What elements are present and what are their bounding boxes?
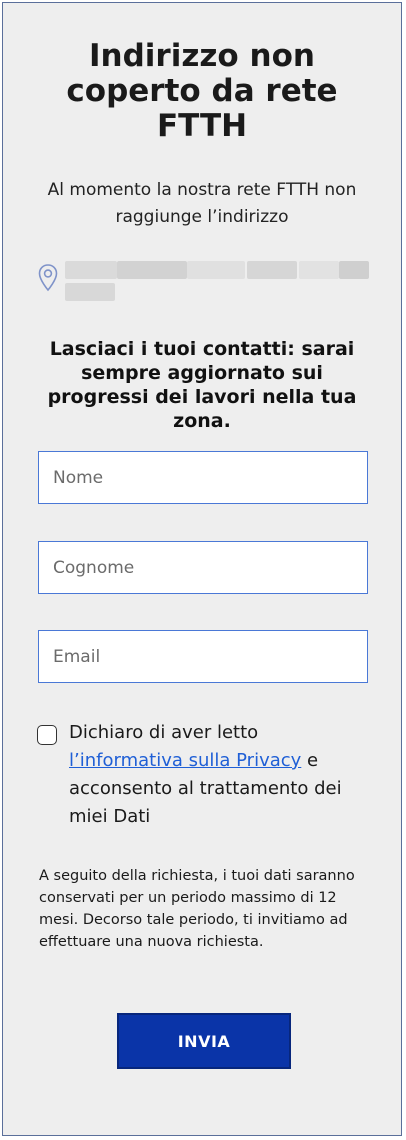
last-name-input[interactable] (38, 541, 368, 594)
page-title: Indirizzo non coperto da rete FTTH (66, 38, 338, 144)
consent-prefix: Dichiaro di aver letto (69, 722, 259, 743)
address-row (37, 259, 377, 309)
page-subtitle: Al momento la nostra rete FTTH non raggi… (47, 180, 357, 227)
data-retention-notice: A seguito della richiesta, i tuoi dati s… (39, 868, 355, 950)
first-name-input[interactable] (38, 451, 368, 504)
location-pin-icon (38, 264, 58, 292)
email-input[interactable] (38, 630, 368, 683)
contact-prompt: Lasciaci i tuoi contatti: sarai sempre a… (47, 338, 357, 432)
privacy-consent-checkbox[interactable] (37, 725, 57, 745)
privacy-policy-link[interactable]: l’informativa sulla Privacy (69, 750, 301, 771)
submit-button[interactable]: INVIA (117, 1013, 291, 1069)
privacy-consent-text: Dichiaro di aver letto l’informativa sul… (69, 719, 369, 831)
coverage-panel: Indirizzo non coperto da rete FTTH Al mo… (2, 2, 402, 1136)
